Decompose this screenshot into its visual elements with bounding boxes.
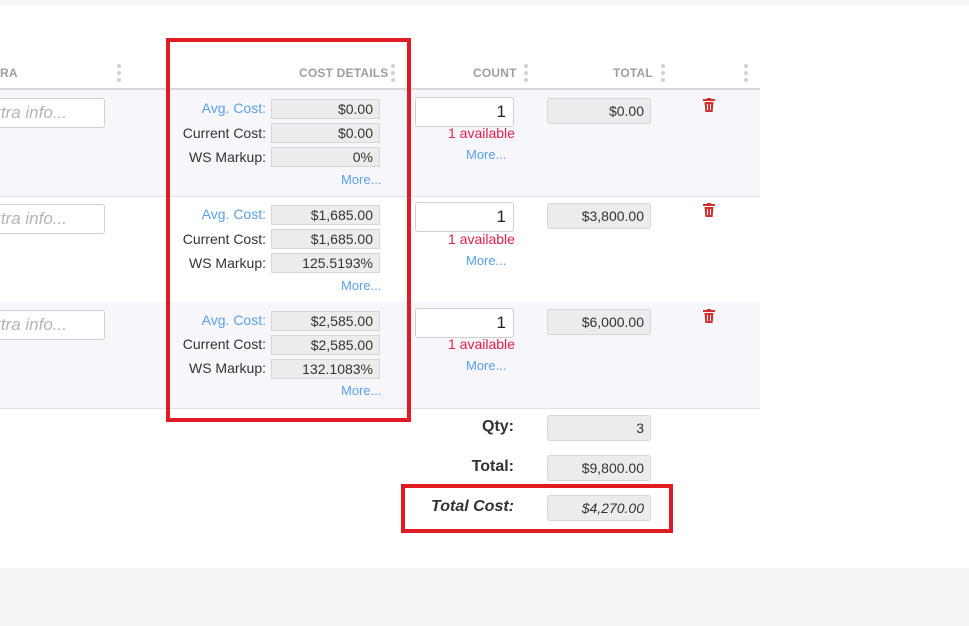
table-row: Extra info... Avg. Cost: $0.00 Current C… (0, 90, 760, 197)
line-total: $0.00 (547, 98, 651, 124)
avg-cost-value: $1,685.00 (271, 205, 380, 225)
count-more-link[interactable]: More... (466, 253, 506, 268)
count-more-link[interactable]: More... (466, 358, 506, 373)
count-input[interactable]: 1 (415, 97, 514, 127)
table-row: Extra info... Avg. Cost: $1,685.00 Curre… (0, 196, 760, 303)
vertical-dots-icon[interactable] (524, 64, 528, 82)
avg-cost-value: $0.00 (271, 99, 380, 119)
column-header-total[interactable]: TOTAL (613, 66, 653, 80)
extra-info-input[interactable]: Extra info... (0, 98, 105, 128)
qty-value: 3 (547, 415, 651, 441)
avg-cost-label[interactable]: Avg. Cost: (202, 206, 266, 222)
availability-text: 1 available (448, 336, 515, 352)
vertical-dots-icon[interactable] (117, 64, 121, 82)
cost-more-link[interactable]: More... (341, 383, 381, 398)
qty-label: Qty: (482, 418, 514, 435)
cost-more-link[interactable]: More... (341, 278, 381, 293)
ws-markup-value: 132.1083% (271, 359, 380, 379)
avg-cost-label[interactable]: Avg. Cost: (202, 312, 266, 328)
total-cost-label: Total Cost: (431, 498, 514, 515)
current-cost-label: Current Cost: (182, 125, 266, 141)
current-cost-label: Current Cost: (182, 336, 266, 352)
ws-markup-label: WS Markup: (188, 149, 266, 165)
avg-cost-label[interactable]: Avg. Cost: (202, 100, 266, 116)
trash-icon[interactable] (703, 309, 715, 323)
current-cost-value: $1,685.00 (271, 229, 380, 249)
vertical-dots-icon[interactable] (661, 64, 665, 82)
ws-markup-label: WS Markup: (188, 360, 266, 376)
column-header-extra[interactable]: RA (0, 66, 18, 80)
total-value: $9,800.00 (547, 455, 651, 481)
trash-icon[interactable] (703, 203, 715, 217)
ws-markup-label: WS Markup: (188, 255, 266, 271)
line-total: $3,800.00 (547, 203, 651, 229)
count-more-link[interactable]: More... (466, 147, 506, 162)
current-cost-value: $0.00 (271, 123, 380, 143)
count-input[interactable]: 1 (415, 308, 514, 338)
column-header-cost-details[interactable]: COST DETAILS (299, 66, 389, 80)
cost-more-link[interactable]: More... (341, 172, 381, 187)
column-header-count[interactable]: COUNT (473, 66, 517, 80)
ws-markup-value: 125.5193% (271, 253, 380, 273)
ws-markup-value: 0% (271, 147, 380, 167)
vertical-dots-icon[interactable] (391, 64, 395, 82)
availability-text: 1 available (448, 125, 515, 141)
current-cost-label: Current Cost: (182, 231, 266, 247)
trash-icon[interactable] (703, 98, 715, 112)
current-cost-value: $2,585.00 (271, 335, 380, 355)
total-cost-value: $4,270.00 (547, 495, 651, 521)
extra-info-input[interactable]: Extra info... (0, 310, 105, 340)
count-input[interactable]: 1 (415, 202, 514, 232)
extra-info-input[interactable]: Extra info... (0, 204, 105, 234)
table-row: Extra info... Avg. Cost: $2,585.00 Curre… (0, 302, 760, 409)
table-header: RA COST DETAILS COUNT TOTAL (0, 64, 760, 88)
availability-text: 1 available (448, 231, 515, 247)
total-label: Total: (471, 458, 514, 475)
line-total: $6,000.00 (547, 309, 651, 335)
avg-cost-value: $2,585.00 (271, 311, 380, 331)
vertical-dots-icon[interactable] (744, 64, 748, 82)
